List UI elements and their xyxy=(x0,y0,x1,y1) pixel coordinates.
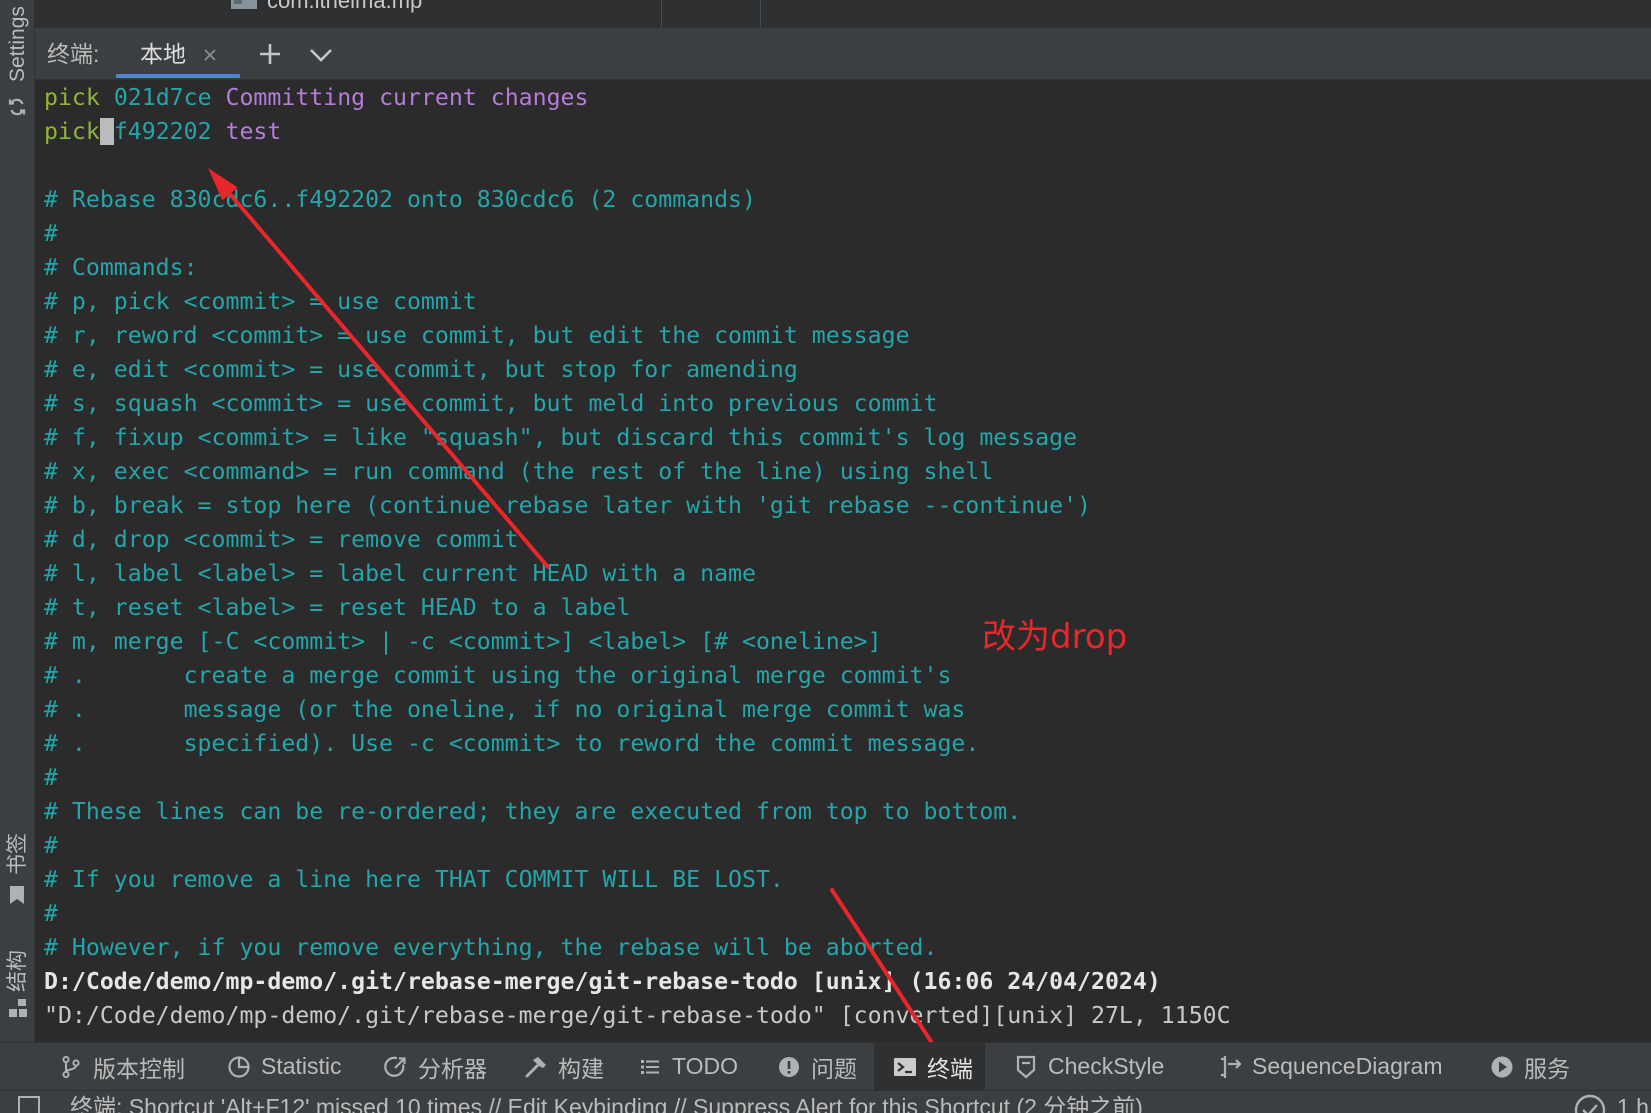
tool-window-bar: 版本控制 Statistic 分析器 构建 TODO 问题 终端 CheckSt… xyxy=(0,1042,1651,1090)
services-icon xyxy=(1490,1055,1514,1079)
sequence-diagram-icon xyxy=(1218,1055,1242,1079)
tool-window-label: 问题 xyxy=(811,1055,857,1082)
comment-line: # However, if you remove everything, the… xyxy=(44,934,938,961)
comment-line: # f, fixup <commit> = like "squash", but… xyxy=(44,424,1078,451)
close-tab-icon[interactable] xyxy=(203,46,217,62)
tool-window-todo[interactable]: TODO xyxy=(638,1043,738,1090)
terminal-tab-bar: 终端: 本地 xyxy=(35,27,1651,80)
profiler-icon xyxy=(384,1055,408,1079)
check-circle-icon[interactable] xyxy=(1574,1094,1606,1113)
structure-label: 结构 xyxy=(6,950,29,992)
comment-line: # . create a merge commit using the orig… xyxy=(44,662,952,689)
terminal-icon xyxy=(893,1055,917,1079)
comment-line: # xyxy=(44,764,58,791)
status-right-text: 1 h xyxy=(1617,1094,1649,1113)
tool-window-toggle-icon[interactable] xyxy=(18,1096,40,1113)
tool-window-profiler[interactable]: 分析器 xyxy=(384,1043,487,1090)
commit-subject: Committing current changes xyxy=(225,84,589,111)
tool-window-label: SequenceDiagram xyxy=(1252,1053,1443,1079)
comment-line: # l, label <label> = label current HEAD … xyxy=(44,560,756,587)
vim-file-info-line: D:/Code/demo/mp-demo/.git/rebase-merge/g… xyxy=(44,968,1161,995)
bookmark-icon xyxy=(9,885,25,910)
comment-line: # If you remove a line here THAT COMMIT … xyxy=(44,866,784,893)
git-branch-icon xyxy=(59,1055,83,1079)
comment-line: # xyxy=(44,900,58,927)
todo-command: pick xyxy=(44,118,100,145)
chevron-down-icon[interactable] xyxy=(309,47,333,62)
comment-line: # . message (or the oneline, if no origi… xyxy=(44,696,966,723)
todo-line: pick f492202 test xyxy=(44,115,1231,149)
statistic-icon xyxy=(227,1055,251,1079)
tool-window-statistic[interactable]: Statistic xyxy=(227,1043,342,1090)
commit-subject: test xyxy=(225,118,282,145)
bookmarks-label: 书签 xyxy=(6,833,29,875)
tool-window-label: TODO xyxy=(672,1053,739,1079)
comment-line: # xyxy=(44,220,58,247)
text-cursor xyxy=(99,118,114,145)
tool-window-problems[interactable]: 问题 xyxy=(777,1043,857,1090)
panel-divider xyxy=(661,0,662,27)
tool-window-build[interactable]: 构建 xyxy=(524,1043,604,1090)
sync-icon xyxy=(7,97,27,122)
todo-line: pick 021d7ce Committing current changes xyxy=(44,81,1231,115)
tool-window-checkstyle[interactable]: CheckStyle xyxy=(1014,1043,1164,1090)
structure-icon xyxy=(8,998,28,1023)
tool-window-services[interactable]: 服务 xyxy=(1490,1043,1570,1090)
vim-message-line: "D:/Code/demo/mp-demo/.git/rebase-merge/… xyxy=(44,1002,1231,1029)
problems-icon xyxy=(777,1055,801,1079)
tool-window-label: CheckStyle xyxy=(1048,1053,1165,1079)
tool-window-label: Statistic xyxy=(261,1053,342,1079)
terminal-lines: pick 021d7ce Committing current changes … xyxy=(44,81,1231,1033)
terminal-header-label: 终端: xyxy=(47,41,100,67)
tool-window-vcs[interactable]: 版本控制 xyxy=(59,1043,185,1090)
hammer-icon xyxy=(524,1055,548,1079)
comment-line: # b, break = stop here (continue rebase … xyxy=(44,492,1092,519)
plus-icon[interactable] xyxy=(259,43,281,65)
tool-window-label: 构建 xyxy=(558,1055,604,1082)
panel-divider xyxy=(760,0,761,27)
comment-line: # . specified). Use -c <commit> to rewor… xyxy=(44,730,980,757)
commit-hash: 021d7ce xyxy=(113,84,212,111)
annotation-text: 改为drop xyxy=(982,617,1128,657)
comment-line: # d, drop <commit> = remove commit xyxy=(44,526,519,553)
active-tab-indicator xyxy=(116,74,240,78)
package-folder-icon xyxy=(230,0,258,16)
comment-line: # These lines can be re-ordered; they ar… xyxy=(44,798,1022,825)
tool-window-label: 版本控制 xyxy=(93,1055,185,1082)
comment-line: # p, pick <commit> = use commit xyxy=(44,288,477,315)
project-tree-strip: com.itheima.mp xyxy=(35,0,1651,27)
checkstyle-icon xyxy=(1014,1055,1038,1079)
tool-window-label: 服务 xyxy=(1524,1055,1570,1082)
comment-line: # x, exec <command> = run command (the r… xyxy=(44,458,994,485)
tab-label: 本地 xyxy=(140,41,186,67)
comment-line: # s, squash <commit> = use commit, but m… xyxy=(44,390,938,417)
tree-item-label: com.itheima.mp xyxy=(267,0,423,13)
stripe-button-structure[interactable]: 结构 xyxy=(0,937,34,1023)
todo-command: pick xyxy=(44,84,100,111)
settings-label: Settings xyxy=(6,6,29,82)
todo-list-icon xyxy=(638,1055,662,1079)
left-tool-stripe: Settings 书签 结构 xyxy=(0,0,35,1042)
commit-hash: f492202 xyxy=(113,118,212,145)
stripe-button-bookmarks[interactable]: 书签 xyxy=(0,822,34,910)
comment-line: # e, edit <commit> = use commit, but sto… xyxy=(44,356,798,383)
tool-window-sequence-diagram[interactable]: SequenceDiagram xyxy=(1218,1043,1443,1090)
status-message[interactable]: 终端: Shortcut 'Alt+F12' missed 10 times /… xyxy=(70,1093,1143,1113)
comment-line: # Rebase 830cdc6..f492202 onto 830cdc6 (… xyxy=(44,186,756,213)
tree-item-package[interactable]: com.itheima.mp xyxy=(230,0,422,16)
status-bar: 终端: Shortcut 'Alt+F12' missed 10 times /… xyxy=(0,1090,1651,1113)
comment-line: # r, reword <commit> = use commit, but e… xyxy=(44,322,910,349)
tool-window-terminal[interactable]: 终端 xyxy=(893,1043,973,1090)
stripe-button-settings[interactable]: Settings xyxy=(0,0,34,122)
comment-line: # Commands: xyxy=(44,254,198,281)
tool-window-label: 终端 xyxy=(927,1055,973,1082)
tool-window-label: 分析器 xyxy=(418,1055,487,1082)
comment-line: # xyxy=(44,832,58,859)
